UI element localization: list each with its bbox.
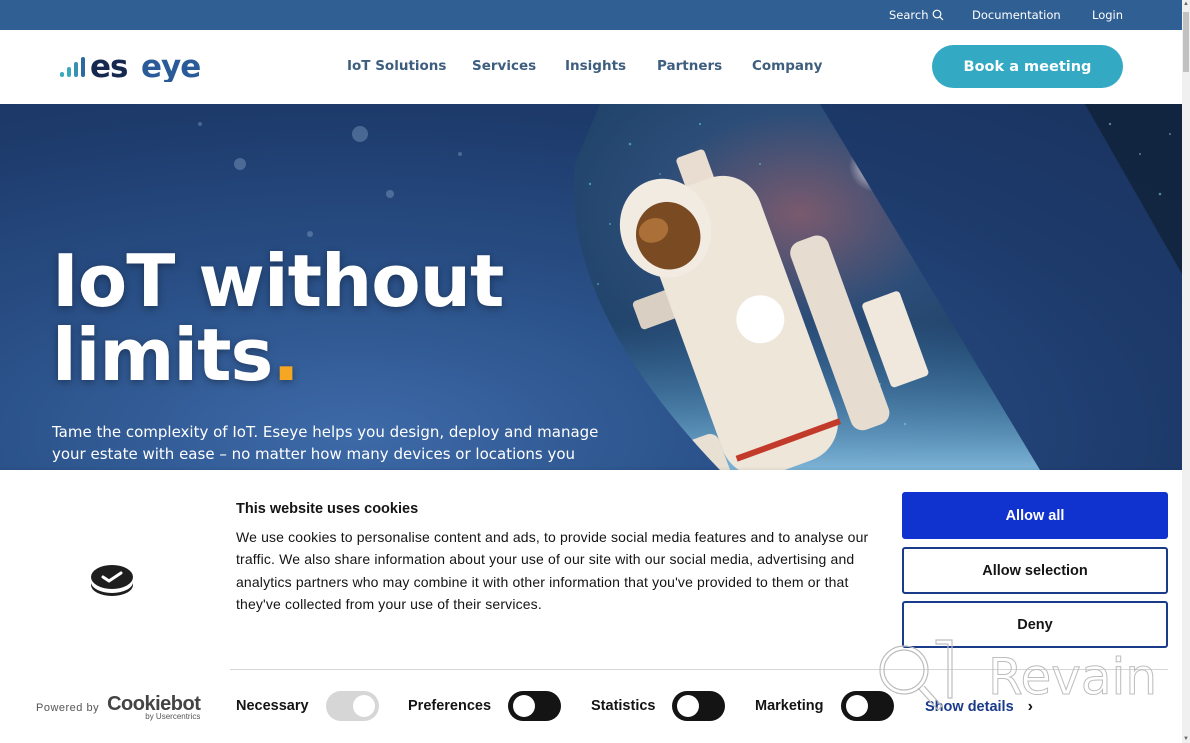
toggle-preferences-label: Preferences (408, 698, 492, 714)
deny-button[interactable]: Deny (902, 601, 1168, 648)
toggle-necessary-group: Necessary (236, 691, 379, 721)
nav-iot-solutions[interactable]: IoT Solutions (347, 58, 446, 74)
nav-partners[interactable]: Partners (657, 58, 722, 74)
toggle-statistics-group: Statistics (591, 691, 726, 721)
hero-title-line1: IoT without (52, 239, 504, 323)
cookiebot-logo: Cookiebot by Usercentrics (107, 694, 201, 721)
page-scrollbar[interactable]: ▲ ▼ (1182, 0, 1190, 743)
cookie-description: We use cookies to personalise content an… (236, 529, 869, 613)
eseye-logo[interactable]: es eye (58, 52, 238, 82)
toggle-statistics-switch[interactable] (672, 691, 726, 721)
switch-knob (513, 695, 536, 717)
search-label: Search (889, 8, 929, 22)
hero-title-dot: . (272, 313, 299, 397)
toggle-preferences-group: Preferences (408, 691, 562, 721)
cookie-title: This website uses cookies (236, 501, 419, 517)
hero-title: IoT without limits. (52, 244, 504, 392)
search-link[interactable]: Search (889, 8, 944, 22)
hero-subtitle: Tame the complexity of IoT. Eseye helps … (52, 423, 599, 463)
toggle-marketing-switch[interactable] (840, 691, 894, 721)
signal-bars-icon (60, 57, 85, 77)
login-link[interactable]: Login (1092, 8, 1123, 22)
scroll-up-arrow-icon[interactable]: ▲ (1182, 0, 1190, 8)
nav-insights[interactable]: Insights (565, 58, 626, 74)
toggle-necessary-label: Necessary (236, 698, 309, 714)
cookie-consent-banner: This website uses cookies We use cookies… (0, 470, 1182, 743)
search-icon (932, 9, 943, 21)
scroll-thumb[interactable] (1183, 12, 1189, 72)
hero-title-line2: limits (52, 313, 273, 397)
switch-knob (845, 695, 868, 717)
documentation-link[interactable]: Documentation (972, 8, 1061, 22)
allow-selection-button[interactable]: Allow selection (902, 547, 1168, 594)
switch-knob (352, 695, 375, 717)
allow-all-button[interactable]: Allow all (902, 492, 1168, 539)
show-details-label: Show details (925, 699, 1014, 715)
nav-company[interactable]: Company (752, 58, 822, 74)
cookiebot-check-icon (91, 565, 133, 596)
powered-by-label: Powered by (36, 702, 100, 714)
nav-services[interactable]: Services (472, 58, 536, 74)
main-header: es eye IoT Solutions Services Insights P… (0, 30, 1182, 104)
svg-text:eye: eye (141, 52, 200, 82)
svg-text:es: es (90, 52, 127, 82)
book-meeting-button[interactable]: Book a meeting (932, 45, 1123, 88)
cookie-divider (230, 669, 1168, 670)
show-details-link[interactable]: Show details › (925, 698, 1033, 716)
toggle-necessary-switch (325, 691, 379, 721)
toggle-marketing-label: Marketing (755, 698, 824, 714)
powered-by-cookiebot[interactable]: Powered by Cookiebot by Usercentrics (36, 694, 201, 721)
toggle-statistics-label: Statistics (591, 698, 656, 714)
chevron-right-icon: › (1027, 698, 1033, 715)
toggle-preferences-switch[interactable] (508, 691, 562, 721)
scroll-down-arrow-icon[interactable]: ▼ (1182, 735, 1190, 743)
toggle-marketing-group: Marketing (755, 691, 894, 721)
top-utility-bar: Search Documentation Login (0, 0, 1182, 30)
hero-section: IoT without limits. Tame the complexity … (0, 104, 1182, 470)
switch-knob (677, 695, 700, 717)
